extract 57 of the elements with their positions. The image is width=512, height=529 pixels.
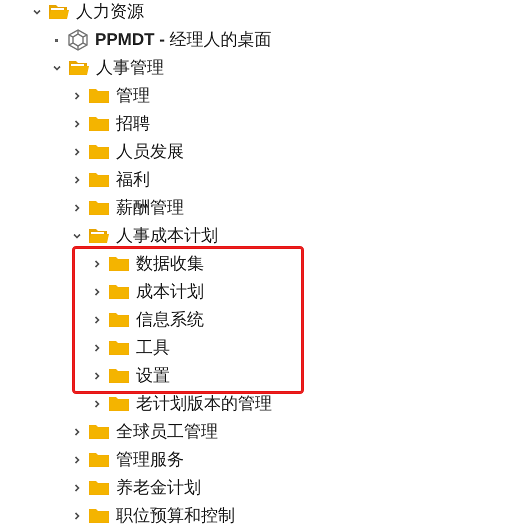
folder-icon [88,199,110,217]
open-folder-icon [68,59,90,77]
tree-item[interactable]: 管理 [116,83,150,109]
folder-icon [88,171,110,189]
folder-icon [88,507,110,525]
caret-right-icon[interactable] [92,343,102,353]
tree-item[interactable]: 工具 [136,335,170,361]
tree-item[interactable]: 设置 [136,363,170,389]
caret-right-icon[interactable] [92,287,102,297]
folder-icon [88,479,110,497]
caret-right-icon[interactable] [72,203,82,213]
tree-item[interactable]: 福利 [116,167,150,193]
caret-right-icon[interactable] [72,147,82,157]
tree-item[interactable]: 人员发展 [116,139,184,165]
tree-item[interactable]: 人事成本计划 [116,223,218,249]
caret-right-icon[interactable] [72,119,82,129]
folder-icon [88,115,110,133]
tree-item[interactable]: 管理服务 [116,447,184,473]
caret-right-icon[interactable] [92,259,102,269]
tree-item[interactable]: 人力资源 [76,0,144,25]
tree-item[interactable]: 人事管理 [96,55,164,81]
folder-icon [108,283,130,301]
open-folder-icon [48,3,70,21]
folder-icon [88,423,110,441]
tree-item[interactable]: 职位预算和控制 [116,503,235,529]
caret-right-icon[interactable] [72,483,82,493]
folder-icon [88,451,110,469]
caret-down-icon[interactable] [32,7,42,17]
folder-icon [88,143,110,161]
caret-right-icon[interactable] [72,427,82,437]
caret-right-icon[interactable] [72,511,82,521]
caret-right-icon[interactable] [72,175,82,185]
folder-icon [108,311,130,329]
tree-item[interactable]: 老计划版本的管理 [136,391,272,417]
caret-down-icon[interactable] [52,63,62,73]
caret-right-icon[interactable] [72,91,82,101]
tree-item[interactable]: 全球员工管理 [116,419,218,445]
caret-right-icon[interactable] [92,315,102,325]
folder-icon [108,367,130,385]
tree-item[interactable]: 招聘 [116,111,150,137]
folder-icon [108,395,130,413]
caret-right-icon[interactable] [92,399,102,409]
caret-down-icon[interactable] [72,231,82,241]
caret-right-icon[interactable] [72,455,82,465]
open-folder-icon [88,227,110,245]
tree-item[interactable]: 数据收集 [136,251,204,277]
folder-icon [88,87,110,105]
folder-icon [108,255,130,273]
tree-item[interactable]: 信息系统 [136,307,204,333]
tree-item[interactable]: 薪酬管理 [116,195,184,221]
hexagon-icon [67,29,89,51]
caret-right-icon[interactable] [92,371,102,381]
tree-item[interactable]: PPMDT - 经理人的桌面 [95,27,272,53]
folder-icon [108,339,130,357]
tree-item[interactable]: 成本计划 [136,279,204,305]
bullet-icon [55,38,58,42]
tree-item[interactable]: 养老金计划 [116,475,201,501]
